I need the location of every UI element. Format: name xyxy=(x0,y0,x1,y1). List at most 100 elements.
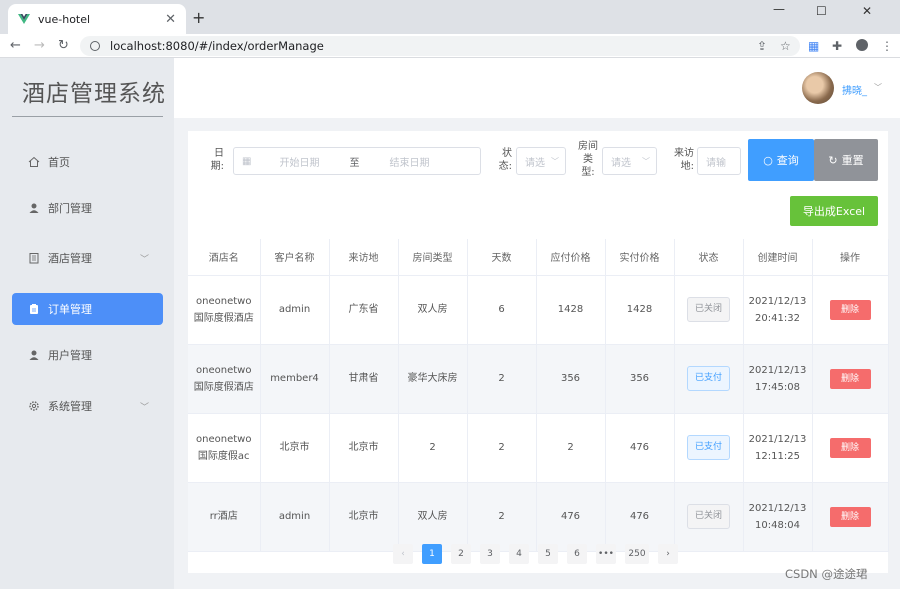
maximize-icon[interactable]: ☐ xyxy=(816,4,827,18)
avatar[interactable] xyxy=(802,72,834,104)
next-page-button[interactable]: › xyxy=(658,544,678,564)
browser-toolbar: ← → ↻ localhost:8080/#/index/orderManage… xyxy=(0,34,900,58)
room-type-placeholder: 请选 xyxy=(611,157,631,169)
page-button[interactable]: 2 xyxy=(451,544,471,564)
sidebar-item-users[interactable]: 用户管理 xyxy=(12,339,163,371)
export-excel-button[interactable]: 导出成Excel xyxy=(790,196,878,226)
url-text: localhost:8080/#/index/orderManage xyxy=(110,39,324,53)
due-price-cell: 356 xyxy=(536,344,606,414)
column-header: 应付价格 xyxy=(536,239,606,276)
reset-button[interactable]: ↻ 重置 xyxy=(814,139,878,181)
room-type-select[interactable]: 请选 ﹀ xyxy=(602,147,657,175)
days-cell: 2 xyxy=(467,482,537,552)
sidebar-item-label: 系统管理 xyxy=(48,400,92,413)
date-range-picker[interactable]: ▦ 开始日期 至 结束日期 xyxy=(233,147,481,175)
new-tab-icon[interactable]: + xyxy=(192,8,205,27)
sidebar-item-hotel[interactable]: 酒店管理 ﹀ xyxy=(12,242,163,274)
sidebar-item-home[interactable]: 首页 xyxy=(12,146,163,178)
due-price-cell: 476 xyxy=(536,482,606,552)
customer-cell: member4 xyxy=(260,344,330,414)
minimize-icon[interactable]: — xyxy=(773,2,785,16)
more-pages-button[interactable]: ••• xyxy=(596,544,616,564)
sidebar-item-label: 订单管理 xyxy=(48,303,92,316)
status-placeholder: 请选 xyxy=(525,157,545,169)
column-header: 酒店名 xyxy=(188,239,261,276)
window-close-icon[interactable]: ✕ xyxy=(862,4,872,18)
info-icon[interactable] xyxy=(90,41,100,51)
search-button[interactable]: ○ 查询 xyxy=(748,139,814,181)
page-button[interactable]: 5 xyxy=(538,544,558,564)
page-button[interactable]: 3 xyxy=(480,544,500,564)
browser-tabbar: vue-hotel ✕ + — ☐ ✕ xyxy=(0,0,900,34)
order-panel: 日期: ▦ 开始日期 至 结束日期 状态: 请选 ﹀ 房间类型: 请选 ﹀ 来访… xyxy=(188,131,889,573)
page-button[interactable]: 4 xyxy=(509,544,529,564)
chevron-down-icon: ﹀ xyxy=(551,156,559,166)
status-badge: 已关闭 xyxy=(686,297,730,322)
prev-page-button[interactable]: ‹ xyxy=(393,544,413,564)
more-menu-icon[interactable]: ⋮ xyxy=(881,39,893,53)
sidebar-item-department[interactable]: 部门管理 xyxy=(12,192,163,224)
browser-tab[interactable]: vue-hotel ✕ xyxy=(8,4,186,34)
start-date-placeholder: 开始日期 xyxy=(279,157,320,169)
delete-button[interactable]: 删除 xyxy=(829,437,871,458)
sidebar-item-orders[interactable]: 订单管理 xyxy=(12,293,163,325)
column-header: 操作 xyxy=(812,239,889,276)
page-button[interactable]: 250 xyxy=(625,544,649,564)
paid-price-cell: 356 xyxy=(605,344,675,414)
origin-cell: 北京市 xyxy=(329,413,399,483)
tab-close-icon[interactable]: ✕ xyxy=(165,12,176,27)
origin-input[interactable]: 请输 xyxy=(697,147,741,175)
extension-grid-icon[interactable]: ▦ xyxy=(808,39,819,53)
end-date-placeholder: 结束日期 xyxy=(389,157,430,169)
paid-price-cell: 1428 xyxy=(605,275,675,345)
range-separator: 至 xyxy=(349,157,360,169)
customer-cell: admin xyxy=(260,275,330,345)
page-button[interactable]: 6 xyxy=(567,544,587,564)
room-type-cell: 2 xyxy=(398,413,468,483)
address-bar[interactable]: localhost:8080/#/index/orderManage xyxy=(80,36,800,56)
reload-icon[interactable]: ↻ xyxy=(58,38,69,53)
status-select[interactable]: 请选 ﹀ xyxy=(516,147,566,175)
status-cell: 已支付 xyxy=(674,413,744,483)
status-cell: 已关闭 xyxy=(674,482,744,552)
due-price-cell: 2 xyxy=(536,413,606,483)
extensions-puzzle-icon[interactable]: ✚ xyxy=(832,39,842,53)
forward-icon[interactable]: → xyxy=(34,38,45,53)
building-icon xyxy=(29,253,39,264)
action-cell: 删除 xyxy=(812,344,889,414)
created-time-cell: 2021/12/13 12:11:25 xyxy=(743,413,813,483)
search-button-label: 查询 xyxy=(776,154,799,167)
chevron-down-icon: ﹀ xyxy=(642,156,650,166)
delete-button[interactable]: 删除 xyxy=(829,506,871,527)
origin-label: 来访地: xyxy=(674,148,694,172)
pagination: ‹ 1 2 3 4 5 6 ••• 250 › xyxy=(393,544,678,564)
origin-cell: 北京市 xyxy=(329,482,399,552)
delete-button[interactable]: 删除 xyxy=(829,299,871,320)
username[interactable]: 拂晓_ xyxy=(842,82,867,97)
calendar-icon: ▦ xyxy=(242,155,252,167)
share-icon[interactable]: ⇪ xyxy=(757,39,767,53)
page-button[interactable]: 1 xyxy=(422,544,442,564)
chevron-down-icon: ﹀ xyxy=(139,254,149,265)
days-cell: 2 xyxy=(467,413,537,483)
column-header: 创建时间 xyxy=(743,239,813,276)
back-icon[interactable]: ← xyxy=(10,38,21,53)
created-time-cell: 2021/12/13 17:45:08 xyxy=(743,344,813,414)
customer-cell: 北京市 xyxy=(260,413,330,483)
origin-cell: 甘肃省 xyxy=(329,344,399,414)
chevron-down-icon[interactable]: ﹀ xyxy=(874,82,882,93)
orders-table: 酒店名 客户名称 来访地 房间类型 天数 应付价格 实付价格 状态 创建时间 操… xyxy=(188,239,889,552)
origin-placeholder: 请输 xyxy=(706,157,726,169)
room-type-label: 房间类型: xyxy=(578,141,598,178)
sidebar-item-label: 酒店管理 xyxy=(48,252,92,265)
paid-price-cell: 476 xyxy=(605,413,675,483)
delete-button[interactable]: 删除 xyxy=(829,368,871,389)
column-header: 状态 xyxy=(674,239,744,276)
sidebar-item-system[interactable]: 系统管理 ﹀ xyxy=(12,390,163,422)
due-price-cell: 1428 xyxy=(536,275,606,345)
days-cell: 6 xyxy=(467,275,537,345)
profile-icon[interactable] xyxy=(856,39,868,51)
column-header: 实付价格 xyxy=(605,239,675,276)
table-row: oneonetwo国际度假ac 北京市 北京市 2 2 2 476 已支付 20… xyxy=(188,413,889,483)
bookmark-star-icon[interactable]: ☆ xyxy=(780,39,791,53)
